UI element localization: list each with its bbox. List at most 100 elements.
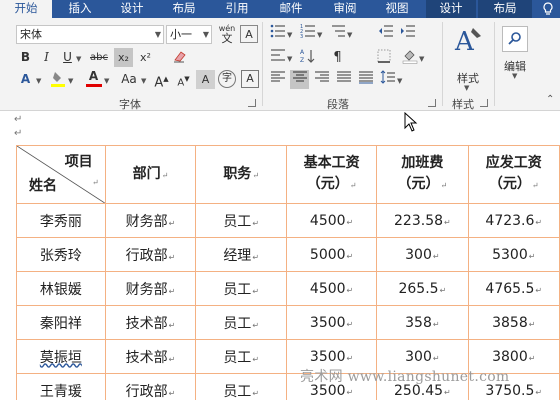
enclosed-char-button[interactable]: 字 <box>218 70 236 88</box>
tab-table-layout[interactable]: 布局 <box>478 0 532 18</box>
header-cell-position[interactable]: 职务↵ <box>195 145 287 204</box>
enclose-char-button[interactable]: A <box>240 25 258 43</box>
table-cell[interactable]: 技术部↵ <box>104 339 197 374</box>
tab-layout[interactable]: 布局 <box>162 0 206 18</box>
clear-formatting-icon[interactable] <box>170 48 189 67</box>
font-color-dropdown-icon[interactable]: ▼ <box>104 77 109 85</box>
align-right-icon[interactable] <box>312 70 331 89</box>
table-cell[interactable]: 张秀玲 <box>16 237 106 272</box>
distributed-icon[interactable] <box>356 70 375 89</box>
underline-dropdown-icon[interactable]: ▼ <box>76 55 81 63</box>
tab-design[interactable]: 设计 <box>110 0 154 18</box>
shading-icon[interactable] <box>400 48 419 67</box>
tab-mailings[interactable]: 邮件 <box>268 0 314 18</box>
bullets-dropdown-icon[interactable]: ▼ <box>287 31 292 39</box>
table-cell[interactable]: 265.5↵ <box>376 271 469 306</box>
styles-gallery-icon[interactable]: A <box>448 24 488 68</box>
table-cell[interactable]: 莫振垣 <box>16 339 106 374</box>
paragraph-dialog-launcher-icon[interactable] <box>428 99 436 107</box>
table-cell[interactable]: 223.58↵ <box>376 203 469 238</box>
align-center-icon[interactable] <box>290 70 309 89</box>
diagonal-header-cell[interactable]: 项目 姓名 ↵ <box>16 145 106 204</box>
highlight-icon[interactable] <box>48 70 67 89</box>
font-dialog-launcher-icon[interactable] <box>248 99 256 107</box>
font-size-combo[interactable]: 小一 ▼ <box>166 25 212 44</box>
numbering-icon[interactable]: 123 <box>298 24 317 43</box>
multilevel-dropdown-icon[interactable]: ▼ <box>347 31 352 39</box>
shrink-font-button[interactable]: A▼ <box>174 70 193 89</box>
shading-dropdown-icon[interactable]: ▼ <box>419 55 424 63</box>
underline-button[interactable]: U <box>58 48 77 67</box>
change-case-dropdown-icon[interactable]: ▼ <box>141 77 146 85</box>
highlight-dropdown-icon[interactable]: ▼ <box>68 77 73 85</box>
header-cell-base-salary[interactable]: 基本工资 （元）↵ <box>285 145 378 204</box>
document-page[interactable]: ↵ ↵ 项目 姓名 ↵ 部门↵ 职务↵ 基本工资 （元）↵ 加班费 （元）↵ 应发工… <box>0 112 560 400</box>
grow-font-button[interactable]: A▲ <box>152 70 171 90</box>
table-cell[interactable]: 员工↵ <box>195 305 287 340</box>
tell-me-icon[interactable] <box>536 0 560 18</box>
change-case-button[interactable]: Aa <box>118 70 140 89</box>
tab-review[interactable]: 审阅 <box>322 0 368 18</box>
table-cell[interactable]: 3858↵ <box>467 305 560 340</box>
bullets-icon[interactable] <box>268 24 287 43</box>
char-border-button[interactable]: A <box>241 70 259 88</box>
header-cell-dept[interactable]: 部门↵ <box>104 145 197 204</box>
table-cell[interactable]: 4723.6↵ <box>467 203 560 238</box>
strikethrough-button[interactable]: abc <box>86 48 112 67</box>
asian-layout-dropdown-icon[interactable]: ▼ <box>287 55 292 63</box>
table-cell[interactable]: 李秀丽 <box>16 203 106 238</box>
numbering-dropdown-icon[interactable]: ▼ <box>317 31 322 39</box>
table-cell[interactable]: 王青瑗 <box>16 373 106 400</box>
tab-table-design[interactable]: 设计 <box>426 0 476 18</box>
editing-dropdown-icon[interactable]: ▼ <box>512 72 517 80</box>
table-cell[interactable]: 行政部↵ <box>104 237 197 272</box>
table-cell[interactable]: 5000↵ <box>285 237 378 272</box>
table-cell[interactable]: 5300↵ <box>467 237 560 272</box>
header-cell-gross-salary[interactable]: 应发工资 （元）↵ <box>467 145 560 204</box>
show-marks-icon[interactable]: ¶ <box>328 48 347 67</box>
decrease-indent-icon[interactable] <box>376 24 395 43</box>
asian-layout-icon[interactable] <box>268 48 287 67</box>
table-cell[interactable]: 员工↵ <box>195 271 287 306</box>
collapse-ribbon-icon[interactable]: ⌃ <box>546 94 554 105</box>
italic-button[interactable]: I <box>37 48 56 67</box>
table-cell[interactable]: 4500↵ <box>285 271 378 306</box>
font-name-combo[interactable]: 宋体 ▼ <box>16 25 164 44</box>
sort-icon[interactable]: AZ <box>298 48 317 67</box>
table-cell[interactable]: 经理↵ <box>195 237 287 272</box>
header-cell-overtime[interactable]: 加班费 （元）↵ <box>376 145 469 204</box>
borders-icon[interactable] <box>374 48 393 67</box>
tab-insert[interactable]: 插入 <box>58 0 102 18</box>
table-cell[interactable]: 358↵ <box>376 305 469 340</box>
bold-button[interactable]: B <box>16 48 35 67</box>
styles-dropdown-icon[interactable]: ▼ <box>464 84 469 92</box>
tab-home[interactable]: 开始 <box>0 0 52 18</box>
text-effects-button[interactable]: A <box>16 70 35 89</box>
table-cell[interactable]: 技术部↵ <box>104 305 197 340</box>
increase-indent-icon[interactable] <box>398 24 417 43</box>
tab-references[interactable]: 引用 <box>214 0 260 18</box>
table-cell[interactable]: 财务部↵ <box>104 271 197 306</box>
line-spacing-icon[interactable] <box>378 70 397 89</box>
table-cell[interactable]: 4765.5↵ <box>467 271 560 306</box>
search-icon[interactable] <box>502 26 528 52</box>
superscript-button[interactable]: x² <box>136 48 155 67</box>
table-cell[interactable]: 财务部↵ <box>104 203 197 238</box>
subscript-button[interactable]: x₂ <box>114 48 133 67</box>
table-cell[interactable]: 4500↵ <box>285 203 378 238</box>
table-cell[interactable]: 林银媛 <box>16 271 106 306</box>
styles-dialog-launcher-icon[interactable] <box>480 99 488 107</box>
tab-view[interactable]: 视图 <box>374 0 420 18</box>
char-shading-button[interactable]: A <box>196 70 215 89</box>
table-cell[interactable]: 300↵ <box>376 237 469 272</box>
text-effects-dropdown-icon[interactable]: ▼ <box>36 77 41 85</box>
salary-table[interactable]: 项目 姓名 ↵ 部门↵ 职务↵ 基本工资 （元）↵ 加班费 （元）↵ 应发工资 （元）… <box>16 145 560 400</box>
font-color-button[interactable]: A <box>84 68 103 87</box>
align-left-icon[interactable] <box>268 70 287 89</box>
line-spacing-dropdown-icon[interactable]: ▼ <box>397 77 402 85</box>
table-cell[interactable]: 3500↵ <box>285 305 378 340</box>
table-cell[interactable]: 员工↵ <box>195 373 287 400</box>
table-cell[interactable]: 员工↵ <box>195 203 287 238</box>
table-cell[interactable]: 行政部↵ <box>104 373 197 400</box>
phonetic-guide-button[interactable]: wén 文 <box>216 24 238 44</box>
